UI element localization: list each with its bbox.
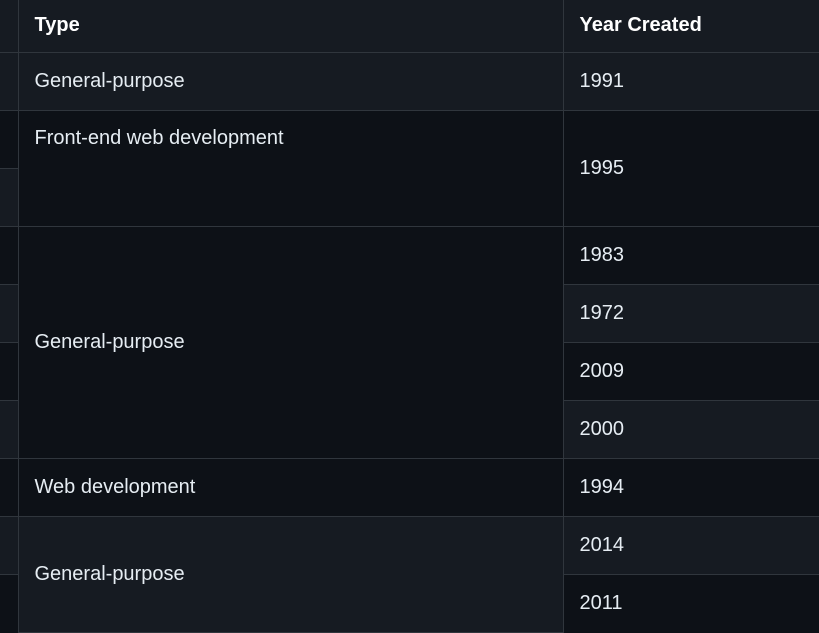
cell-year: 2014 — [563, 516, 819, 574]
table-stub — [0, 516, 18, 574]
cell-year: 2009 — [563, 342, 819, 400]
table-stub — [0, 52, 18, 110]
cell-type: Front-end web development — [18, 110, 563, 226]
table-row: General-purpose 1983 — [0, 226, 819, 284]
cell-year: 1983 — [563, 226, 819, 284]
table-stub — [0, 168, 18, 226]
table-header-stub — [0, 0, 18, 52]
cell-type: General-purpose — [18, 52, 563, 110]
table-header-row: Type Year Created — [0, 0, 819, 52]
table-row: General-purpose 2014 — [0, 516, 819, 574]
cell-year: 2011 — [563, 574, 819, 632]
table-header-year: Year Created — [563, 0, 819, 52]
cell-type: Web development — [18, 458, 563, 516]
table-row: Web development 1994 — [0, 458, 819, 516]
table-stub — [0, 458, 18, 516]
table-stub — [0, 284, 18, 342]
cell-year: 2000 — [563, 400, 819, 458]
cell-type: General-purpose — [18, 516, 563, 632]
cell-type: General-purpose — [18, 226, 563, 458]
table-stub — [0, 226, 18, 284]
cell-year: 1972 — [563, 284, 819, 342]
table-body: General-purpose 1991 Front-end web devel… — [0, 52, 819, 632]
table-stub — [0, 574, 18, 632]
cell-year: 1994 — [563, 458, 819, 516]
table-stub — [0, 342, 18, 400]
table-row: Front-end web development 1995 — [0, 110, 819, 168]
table-row: General-purpose 1991 — [0, 52, 819, 110]
table-stub — [0, 110, 18, 168]
cell-year: 1995 — [563, 110, 819, 226]
table-stub — [0, 400, 18, 458]
table-header-type: Type — [18, 0, 563, 52]
cell-year: 1991 — [563, 52, 819, 110]
data-table: Type Year Created General-purpose 1991 F… — [0, 0, 819, 633]
